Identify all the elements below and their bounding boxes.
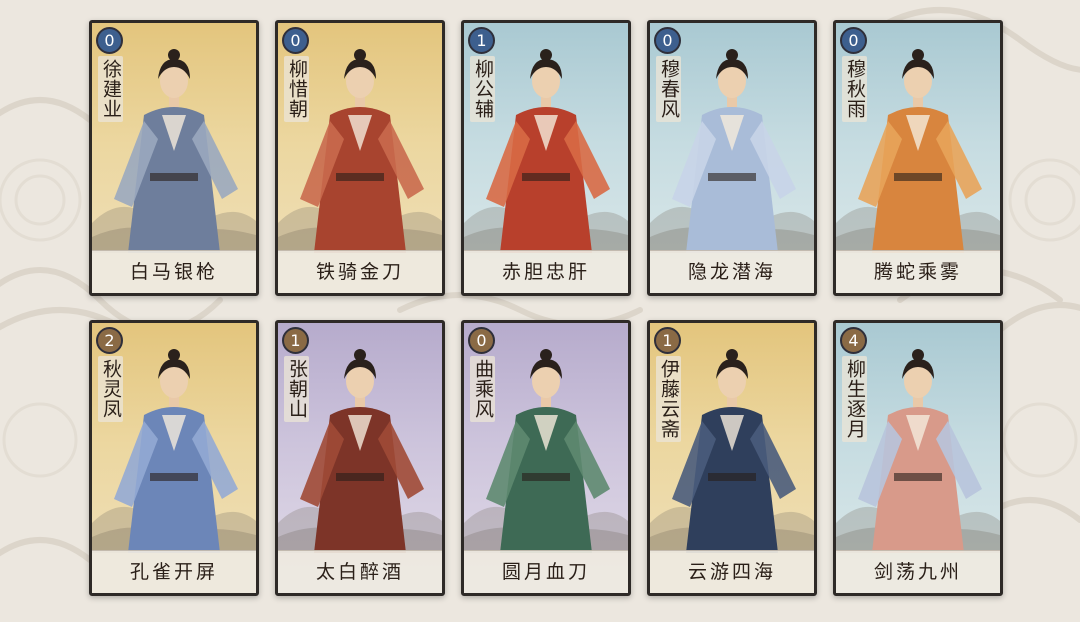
character-card[interactable]: 1 伊藤云斋云游四海 (647, 320, 817, 596)
character-card[interactable]: 1 柳公辅赤胆忠肝 (461, 20, 631, 296)
character-name: 柳惜朝 (284, 56, 309, 122)
character-card[interactable]: 4 柳生逐月剑荡九州 (833, 320, 1003, 596)
cost-badge: 1 (282, 327, 309, 354)
cost-badge: 0 (840, 27, 867, 54)
character-name: 伊藤云斋 (656, 356, 681, 442)
cost-badge: 0 (282, 27, 309, 54)
character-card[interactable]: 0 柳惜朝铁骑金刀 (275, 20, 445, 296)
character-card[interactable]: 0 曲乘风圆月血刀 (461, 320, 631, 596)
cost-badge: 1 (654, 327, 681, 354)
character-name: 穆春风 (656, 56, 681, 122)
card-title: 腾蛇乘雾 (836, 250, 1000, 293)
card-title: 孔雀开屏 (92, 550, 256, 593)
cost-badge: 1 (468, 27, 495, 54)
cost-badge: 4 (840, 327, 867, 354)
character-name: 秋灵凤 (98, 356, 123, 422)
character-name: 穆秋雨 (842, 56, 867, 122)
cost-badge: 0 (654, 27, 681, 54)
card-title: 隐龙潜海 (650, 250, 814, 293)
character-name: 柳生逐月 (842, 356, 867, 442)
character-name: 曲乘风 (470, 356, 495, 422)
character-card[interactable]: 0 徐建业白马银枪 (89, 20, 259, 296)
card-title: 云游四海 (650, 550, 814, 593)
character-name: 徐建业 (98, 56, 123, 122)
cost-badge: 0 (468, 327, 495, 354)
card-title: 剑荡九州 (836, 550, 1000, 593)
character-name: 张朝山 (284, 356, 309, 422)
character-card[interactable]: 2 秋灵凤孔雀开屏 (89, 320, 259, 596)
card-title: 白马银枪 (92, 250, 256, 293)
character-card[interactable]: 1 张朝山太白醉酒 (275, 320, 445, 596)
cost-badge: 0 (96, 27, 123, 54)
cost-badge: 2 (96, 327, 123, 354)
character-card[interactable]: 0 穆秋雨腾蛇乘雾 (833, 20, 1003, 296)
character-card[interactable]: 0 穆春风隐龙潜海 (647, 20, 817, 296)
card-title: 赤胆忠肝 (464, 250, 628, 293)
card-title: 圆月血刀 (464, 550, 628, 593)
character-name: 柳公辅 (470, 56, 495, 122)
card-title: 铁骑金刀 (278, 250, 442, 293)
card-title: 太白醉酒 (278, 550, 442, 593)
